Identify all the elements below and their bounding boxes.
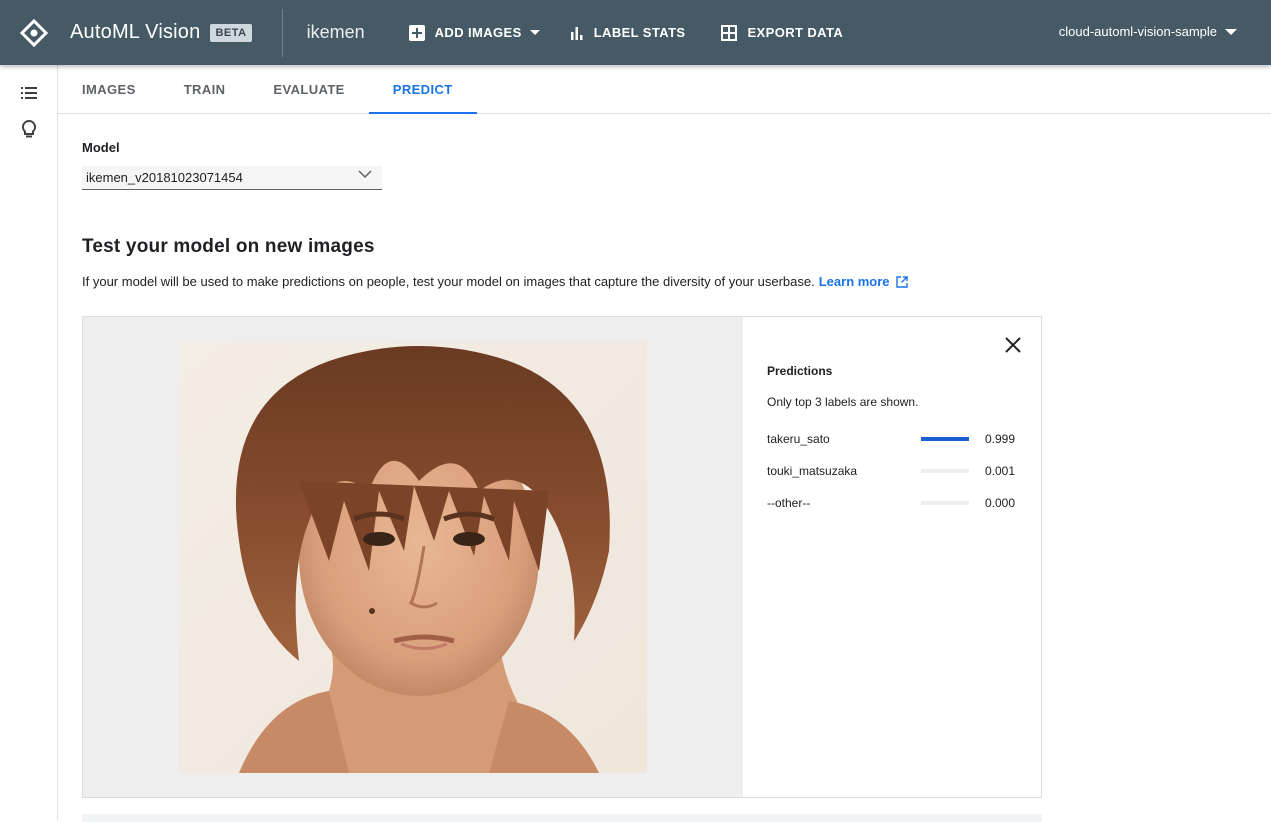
list-icon[interactable] xyxy=(19,83,39,103)
export-data-button[interactable]: EXPORT DATA xyxy=(721,25,843,41)
chevron-down-icon xyxy=(358,170,372,179)
model-label: Model xyxy=(82,140,120,155)
lightbulb-icon[interactable] xyxy=(19,119,39,139)
model-select[interactable]: ikemen_v20181023071454 xyxy=(82,166,382,190)
learn-more-link[interactable]: Learn more xyxy=(819,274,890,289)
prediction-label: --other-- xyxy=(767,496,921,510)
prediction-score-bar xyxy=(921,469,969,473)
next-card-edge xyxy=(82,814,1042,822)
prediction-score-bar-fill xyxy=(921,437,969,441)
section-description: If your model will be used to make predi… xyxy=(82,274,908,289)
export-data-label: EXPORT DATA xyxy=(747,25,843,40)
tab-train[interactable]: TRAIN xyxy=(160,65,250,113)
tab-evaluate[interactable]: EVALUATE xyxy=(249,65,368,113)
predictions-panel: Predictions Only top 3 labels are shown.… xyxy=(743,317,1041,797)
left-rail xyxy=(0,65,58,820)
tab-predict-label: PREDICT xyxy=(393,82,453,97)
predictions-note: Only top 3 labels are shown. xyxy=(767,395,918,409)
tab-bar: IMAGES TRAIN EVALUATE PREDICT xyxy=(58,65,1271,114)
open-in-new-icon[interactable] xyxy=(896,276,908,288)
close-icon[interactable] xyxy=(1003,335,1023,355)
image-preview-area xyxy=(83,317,743,797)
test-image xyxy=(179,341,647,773)
prediction-score: 0.000 xyxy=(985,496,1015,510)
label-stats-button[interactable]: LABEL STATS xyxy=(570,25,686,40)
description-text: If your model will be used to make predi… xyxy=(82,274,815,289)
caret-down-icon xyxy=(1225,29,1237,35)
tab-evaluate-label: EVALUATE xyxy=(273,82,344,97)
prediction-row: takeru_sato 0.999 xyxy=(767,429,1019,449)
prediction-label: touki_matsuzaka xyxy=(767,464,921,478)
label-stats-label: LABEL STATS xyxy=(594,25,686,40)
section-title: Test your model on new images xyxy=(82,236,375,258)
tab-train-label: TRAIN xyxy=(184,82,226,97)
app-bar: AutoML Vision BETA ikemen ADD IMAGES LAB… xyxy=(0,0,1271,65)
prediction-card: Predictions Only top 3 labels are shown.… xyxy=(82,316,1042,798)
predictions-title: Predictions xyxy=(767,364,832,378)
add-images-button[interactable]: ADD IMAGES xyxy=(409,25,540,41)
add-images-label: ADD IMAGES xyxy=(435,25,522,40)
project-selector[interactable]: cloud-automl-vision-sample xyxy=(1059,24,1237,39)
tab-predict[interactable]: PREDICT xyxy=(369,65,477,113)
caret-down-icon xyxy=(530,30,540,36)
automl-logo-icon[interactable] xyxy=(17,16,51,50)
tab-images-label: IMAGES xyxy=(82,82,136,97)
toolbar-divider xyxy=(282,9,283,57)
bar-chart-icon xyxy=(570,26,584,40)
model-selected-value: ikemen_v20181023071454 xyxy=(86,170,243,185)
prediction-score: 0.001 xyxy=(985,464,1015,478)
beta-badge: BETA xyxy=(210,24,251,42)
table-grid-icon xyxy=(721,25,737,41)
project-name: cloud-automl-vision-sample xyxy=(1059,24,1217,39)
prediction-row: touki_matsuzaka 0.001 xyxy=(767,461,1019,481)
tab-images[interactable]: IMAGES xyxy=(58,65,160,113)
prediction-score: 0.999 xyxy=(985,432,1015,446)
app-title: AutoML Vision xyxy=(70,21,200,44)
prediction-score-bar xyxy=(921,437,969,441)
add-box-icon xyxy=(409,25,425,41)
prediction-score-bar xyxy=(921,501,969,505)
prediction-row: --other-- 0.000 xyxy=(767,493,1019,513)
prediction-label: takeru_sato xyxy=(767,432,921,446)
dataset-name: ikemen xyxy=(307,22,365,43)
